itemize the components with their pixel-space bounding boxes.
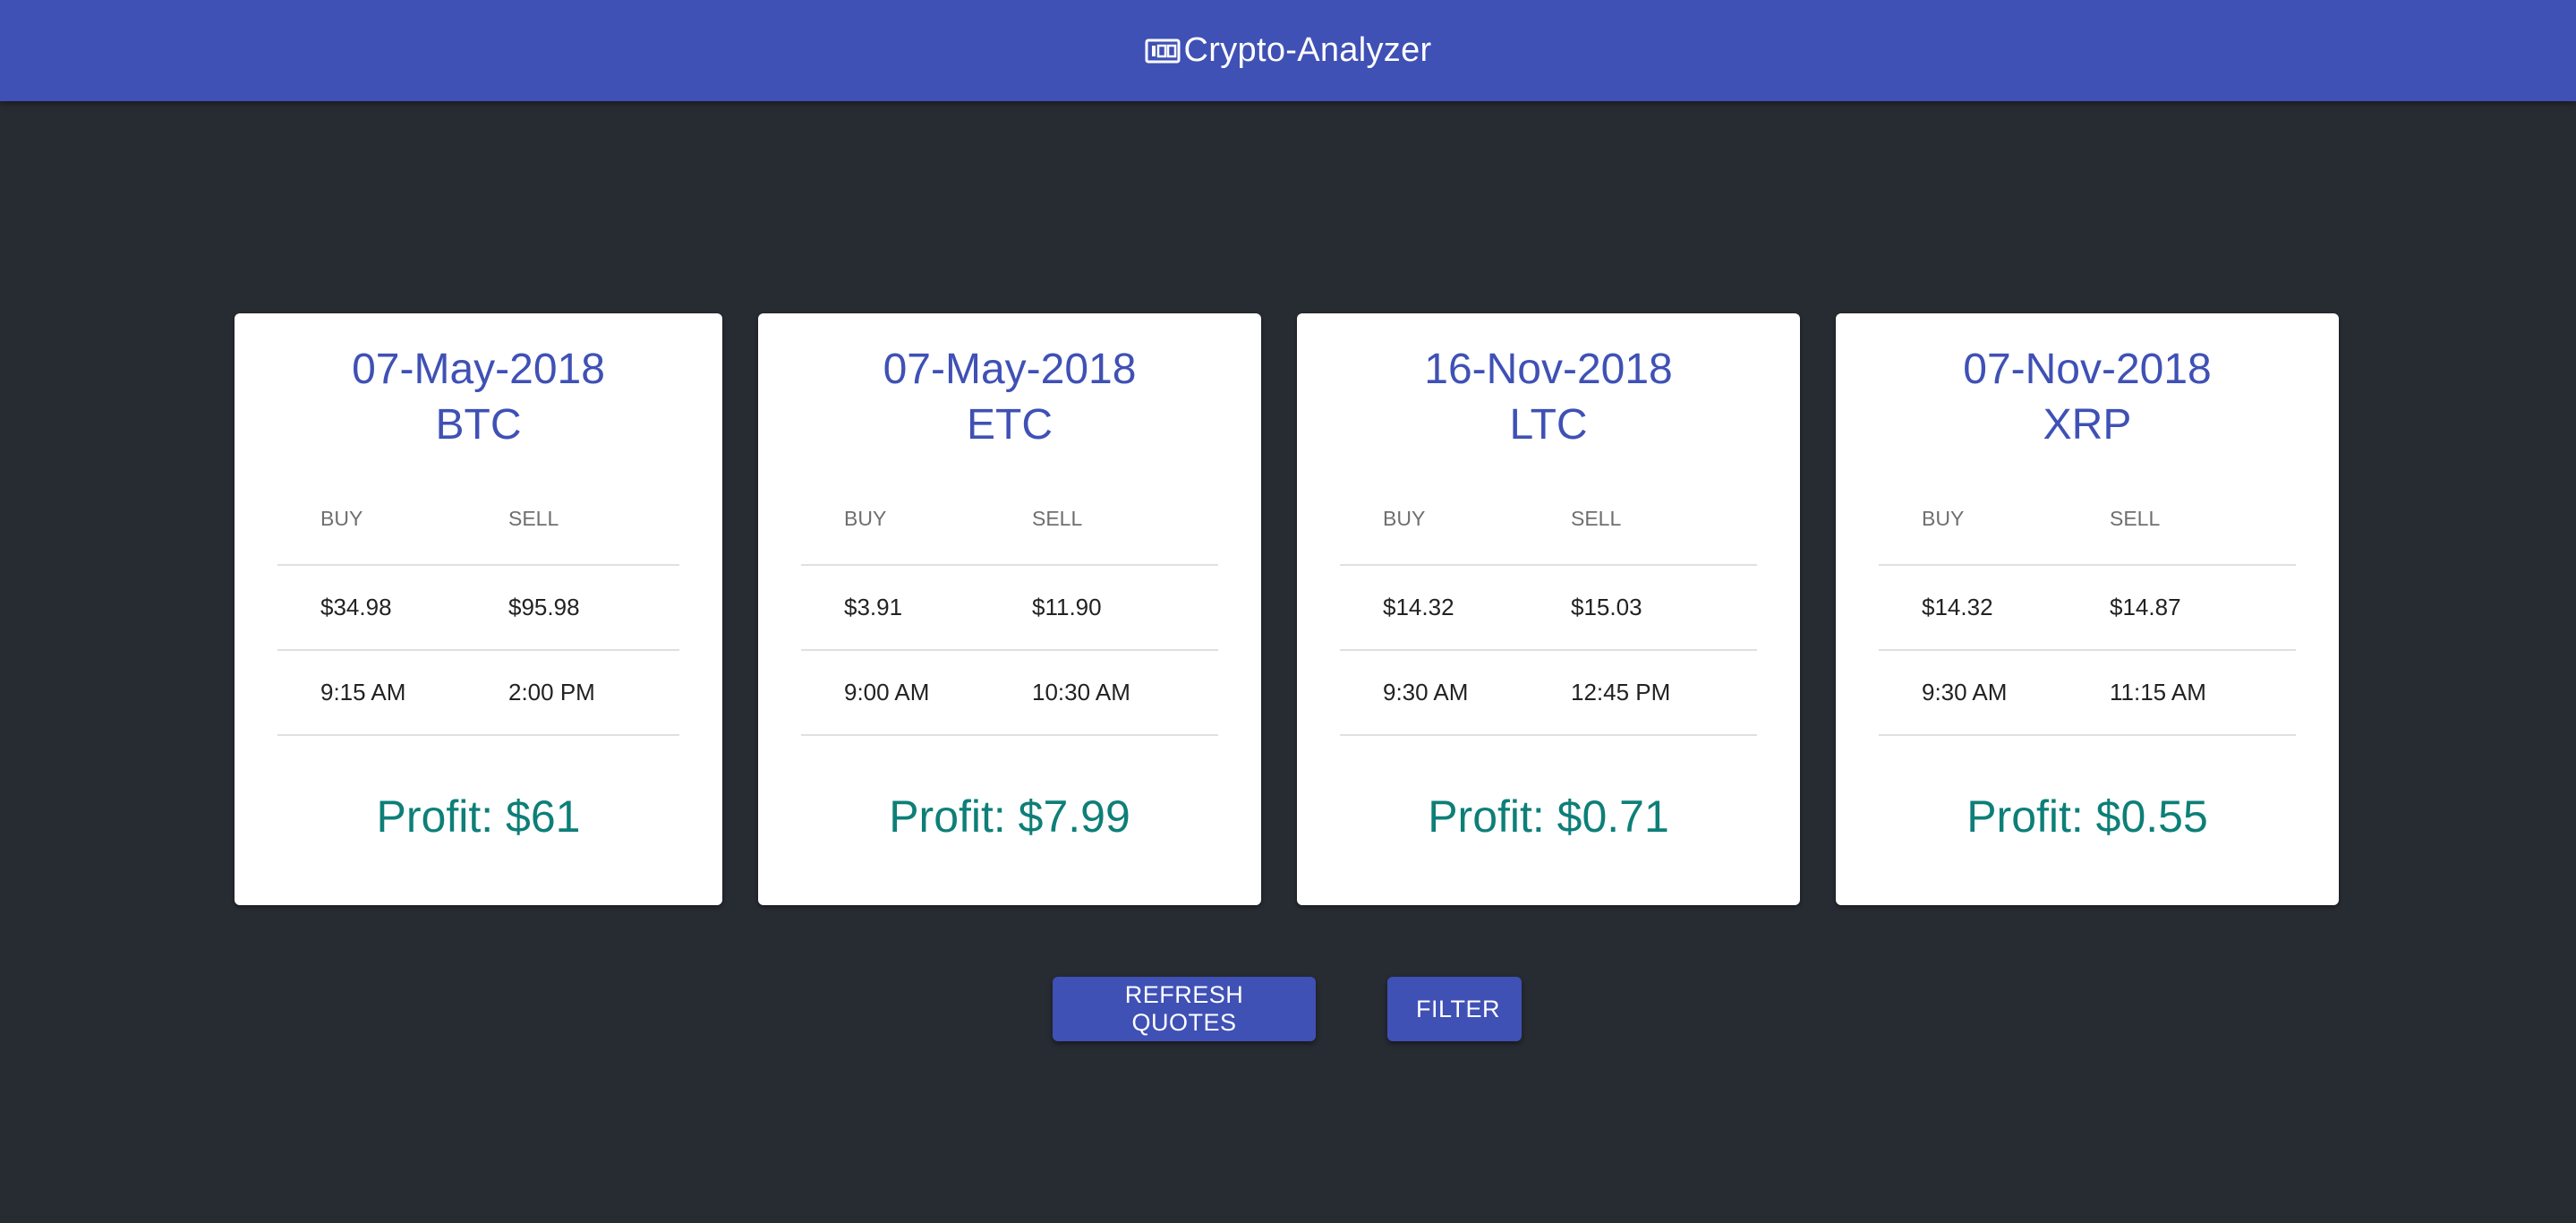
profit-value: Profit: $7.99 <box>889 791 1130 842</box>
card-coin: LTC <box>1509 401 1588 449</box>
buy-time: 9:00 AM <box>844 679 930 706</box>
sell-price: $15.03 <box>1571 594 1642 620</box>
action-bar: REFRESH QUOTES FILTER <box>1053 977 1522 1041</box>
sell-time: 2:00 PM <box>508 679 595 706</box>
card-date: 07-Nov-2018 <box>1963 346 2212 393</box>
sell-column-header: SELL <box>2110 506 2161 530</box>
refresh-quotes-button[interactable]: REFRESH QUOTES <box>1053 977 1316 1041</box>
buy-column-header: BUY <box>1383 506 1426 530</box>
time-row: 9:00 AM 10:30 AM <box>801 651 1218 736</box>
quote-table: BUY SELL $34.98 $95.98 9:15 AM 2:00 PM <box>277 473 679 736</box>
buy-time: 9:30 AM <box>1383 679 1469 706</box>
price-row: $14.32 $14.87 <box>1879 566 2296 651</box>
card-header: 07-May-2018 ETC <box>758 313 1261 453</box>
price-row: $14.32 $15.03 <box>1340 566 1757 651</box>
time-row: 9:30 AM 11:15 AM <box>1879 651 2296 736</box>
card-header: 16-Nov-2018 LTC <box>1297 313 1800 453</box>
table-header-row: BUY SELL <box>801 473 1218 566</box>
profit-value: Profit: $61 <box>376 791 581 842</box>
sell-price: $95.98 <box>508 594 580 620</box>
table-header-row: BUY SELL <box>1340 473 1757 566</box>
quote-card-ltc: 16-Nov-2018 LTC BUY SELL $14.32 $15.03 9… <box>1297 313 1800 905</box>
sell-price: $14.87 <box>2110 594 2181 620</box>
card-header: 07-Nov-2018 XRP <box>1836 313 2339 453</box>
card-date: 07-May-2018 <box>883 346 1137 393</box>
buy-column-header: BUY <box>844 506 887 530</box>
sell-time: 10:30 AM <box>1032 679 1130 706</box>
profit-value: Profit: $0.55 <box>1966 791 2208 842</box>
app-toolbar: Crypto-Analyzer <box>0 0 2576 101</box>
sell-column-header: SELL <box>1571 506 1622 530</box>
sell-time: 11:15 AM <box>2110 679 2206 706</box>
card-header: 07-May-2018 BTC <box>235 313 722 453</box>
buy-price: $3.91 <box>844 594 903 620</box>
app-brand: Crypto-Analyzer <box>1145 31 1432 70</box>
profit-value: Profit: $0.71 <box>1428 791 1669 842</box>
buy-price: $34.98 <box>320 594 392 620</box>
sell-column-header: SELL <box>1032 506 1083 530</box>
buy-price: $14.32 <box>1383 594 1454 620</box>
card-coin: BTC <box>435 401 522 449</box>
quote-card-btc: 07-May-2018 BTC BUY SELL $34.98 $95.98 9… <box>235 313 722 905</box>
card-coin: ETC <box>967 401 1053 449</box>
sell-column-header: SELL <box>508 506 559 530</box>
card-date: 07-May-2018 <box>352 346 605 393</box>
price-row: $34.98 $95.98 <box>277 566 679 651</box>
card-coin: XRP <box>2043 401 2132 449</box>
quote-cards: 07-May-2018 BTC BUY SELL $34.98 $95.98 9… <box>235 313 2339 905</box>
buy-time: 9:30 AM <box>1922 679 2008 706</box>
card-date: 16-Nov-2018 <box>1424 346 1673 393</box>
sell-price: $11.90 <box>1032 594 1102 620</box>
table-header-row: BUY SELL <box>1879 473 2296 566</box>
buy-time: 9:15 AM <box>320 679 406 706</box>
time-row: 9:15 AM 2:00 PM <box>277 651 679 736</box>
sell-time: 12:45 PM <box>1571 679 1671 706</box>
quote-card-etc: 07-May-2018 ETC BUY SELL $3.91 $11.90 9:… <box>758 313 1261 905</box>
filter-button[interactable]: FILTER <box>1387 977 1522 1041</box>
quote-table: BUY SELL $3.91 $11.90 9:00 AM 10:30 AM <box>801 473 1218 736</box>
buy-column-header: BUY <box>1922 506 1965 530</box>
app-title: Crypto-Analyzer <box>1183 31 1432 69</box>
quote-table: BUY SELL $14.32 $15.03 9:30 AM 12:45 PM <box>1340 473 1757 736</box>
calculator-icon <box>1145 38 1181 63</box>
buy-price: $14.32 <box>1922 594 1993 620</box>
buy-column-header: BUY <box>320 506 363 530</box>
time-row: 9:30 AM 12:45 PM <box>1340 651 1757 736</box>
price-row: $3.91 $11.90 <box>801 566 1218 651</box>
quote-card-xrp: 07-Nov-2018 XRP BUY SELL $14.32 $14.87 9… <box>1836 313 2339 905</box>
table-header-row: BUY SELL <box>277 473 679 566</box>
quote-table: BUY SELL $14.32 $14.87 9:30 AM 11:15 AM <box>1879 473 2296 736</box>
